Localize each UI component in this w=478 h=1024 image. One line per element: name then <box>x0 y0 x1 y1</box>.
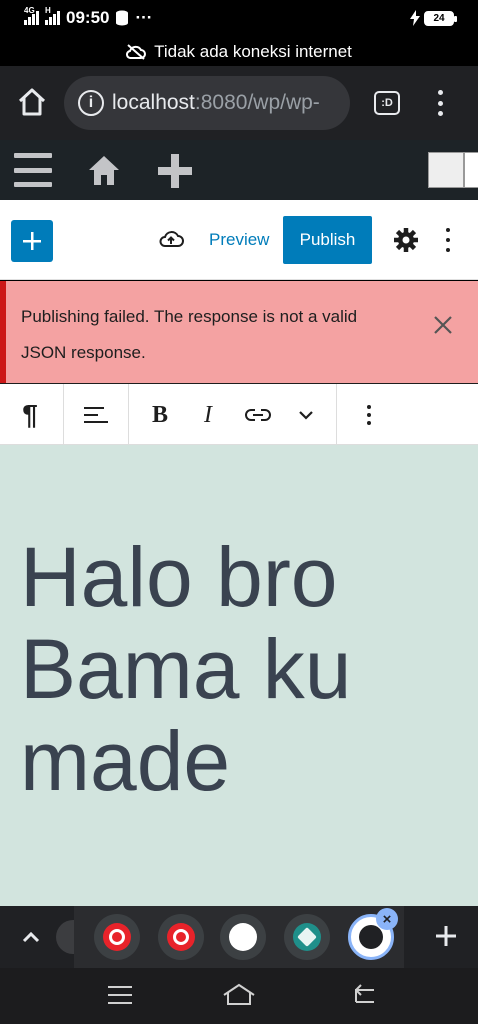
offline-banner: Tidak ada koneksi internet <box>0 38 478 66</box>
offline-text: Tidak ada koneksi internet <box>154 42 352 61</box>
system-navigation-bar <box>0 968 478 1024</box>
url-path: :8080/wp/wp- <box>194 91 320 114</box>
network-type-label: 4G <box>24 6 35 15</box>
charging-icon <box>410 10 420 26</box>
block-toolbar: ¶ B I <box>0 383 478 446</box>
browser-home-icon[interactable] <box>14 84 50 120</box>
editor-canvas: Halo bro Bama ku made <box>0 445 478 906</box>
recent-apps-icon[interactable] <box>108 986 132 1004</box>
bold-button[interactable]: B <box>140 384 180 446</box>
publish-label: Publish <box>299 230 356 249</box>
broken-image-icon <box>464 152 478 188</box>
database-icon <box>116 10 129 26</box>
chevron-up-icon[interactable] <box>18 924 44 950</box>
tab-strip: × <box>0 906 478 968</box>
wp-admin-bar <box>0 140 478 200</box>
signal-4g-icon: 4G <box>24 6 39 25</box>
content-heading[interactable]: Halo bro Bama ku made <box>20 531 460 807</box>
paragraph-block-button[interactable]: ¶ <box>10 384 50 446</box>
tab-switcher-button[interactable]: :D <box>374 91 400 115</box>
block-inserter-button[interactable] <box>11 220 53 262</box>
globe-icon <box>359 925 383 949</box>
close-tab-icon[interactable]: × <box>376 908 398 930</box>
back-icon[interactable] <box>352 984 378 1006</box>
editor-header: Preview Publish <box>0 200 478 280</box>
plus-icon <box>23 232 41 250</box>
italic-button[interactable]: I <box>188 384 228 446</box>
close-icon[interactable] <box>426 308 460 342</box>
site-home-icon[interactable] <box>86 152 122 188</box>
new-content-icon[interactable] <box>156 152 194 190</box>
tab-favicon-3[interactable] <box>220 914 266 960</box>
admin-menu-icon[interactable] <box>14 153 52 187</box>
browser-menu-icon[interactable] <box>432 88 448 118</box>
user-avatar[interactable] <box>428 152 464 188</box>
chevron-down-icon[interactable] <box>286 384 326 446</box>
tab-favicon-4[interactable] <box>284 914 330 960</box>
block-options-icon[interactable] <box>356 384 382 446</box>
browser-toolbar: i localhost:8080/wp/wp- :D <box>0 66 478 140</box>
more-notifications-icon: ··· <box>135 8 153 27</box>
preview-button[interactable]: Preview <box>209 230 269 250</box>
align-left-icon[interactable] <box>78 384 114 446</box>
cloud-upload-icon[interactable] <box>158 228 184 250</box>
link-icon[interactable] <box>238 384 278 446</box>
publish-button[interactable]: Publish <box>283 216 372 264</box>
cloud-off-icon <box>126 44 147 60</box>
tab-favicon-2[interactable] <box>158 914 204 960</box>
battery-level: 24 <box>433 12 445 24</box>
settings-gear-icon[interactable] <box>393 227 419 253</box>
signal-h-icon: H <box>45 6 60 25</box>
url-host: localhost <box>112 91 195 114</box>
site-info-icon[interactable]: i <box>78 90 104 116</box>
notice-message: Publishing failed. The response is not a… <box>21 307 358 362</box>
tab-switcher-label: :D <box>381 97 393 109</box>
system-home-icon[interactable] <box>222 982 256 1008</box>
clock: 09:50 <box>66 8 110 27</box>
battery-indicator: 24 <box>424 10 457 26</box>
new-tab-icon[interactable] <box>432 922 460 950</box>
network-type-label-2: H <box>45 6 51 15</box>
tab-list <box>74 906 404 968</box>
tab-favicon-1[interactable] <box>94 914 140 960</box>
options-menu-icon[interactable] <box>444 228 452 252</box>
address-bar[interactable]: i localhost:8080/wp/wp- <box>64 76 350 130</box>
status-bar: 4G H 09:50 ··· 24 <box>0 0 478 38</box>
error-notice: Publishing failed. The response is not a… <box>0 281 478 383</box>
